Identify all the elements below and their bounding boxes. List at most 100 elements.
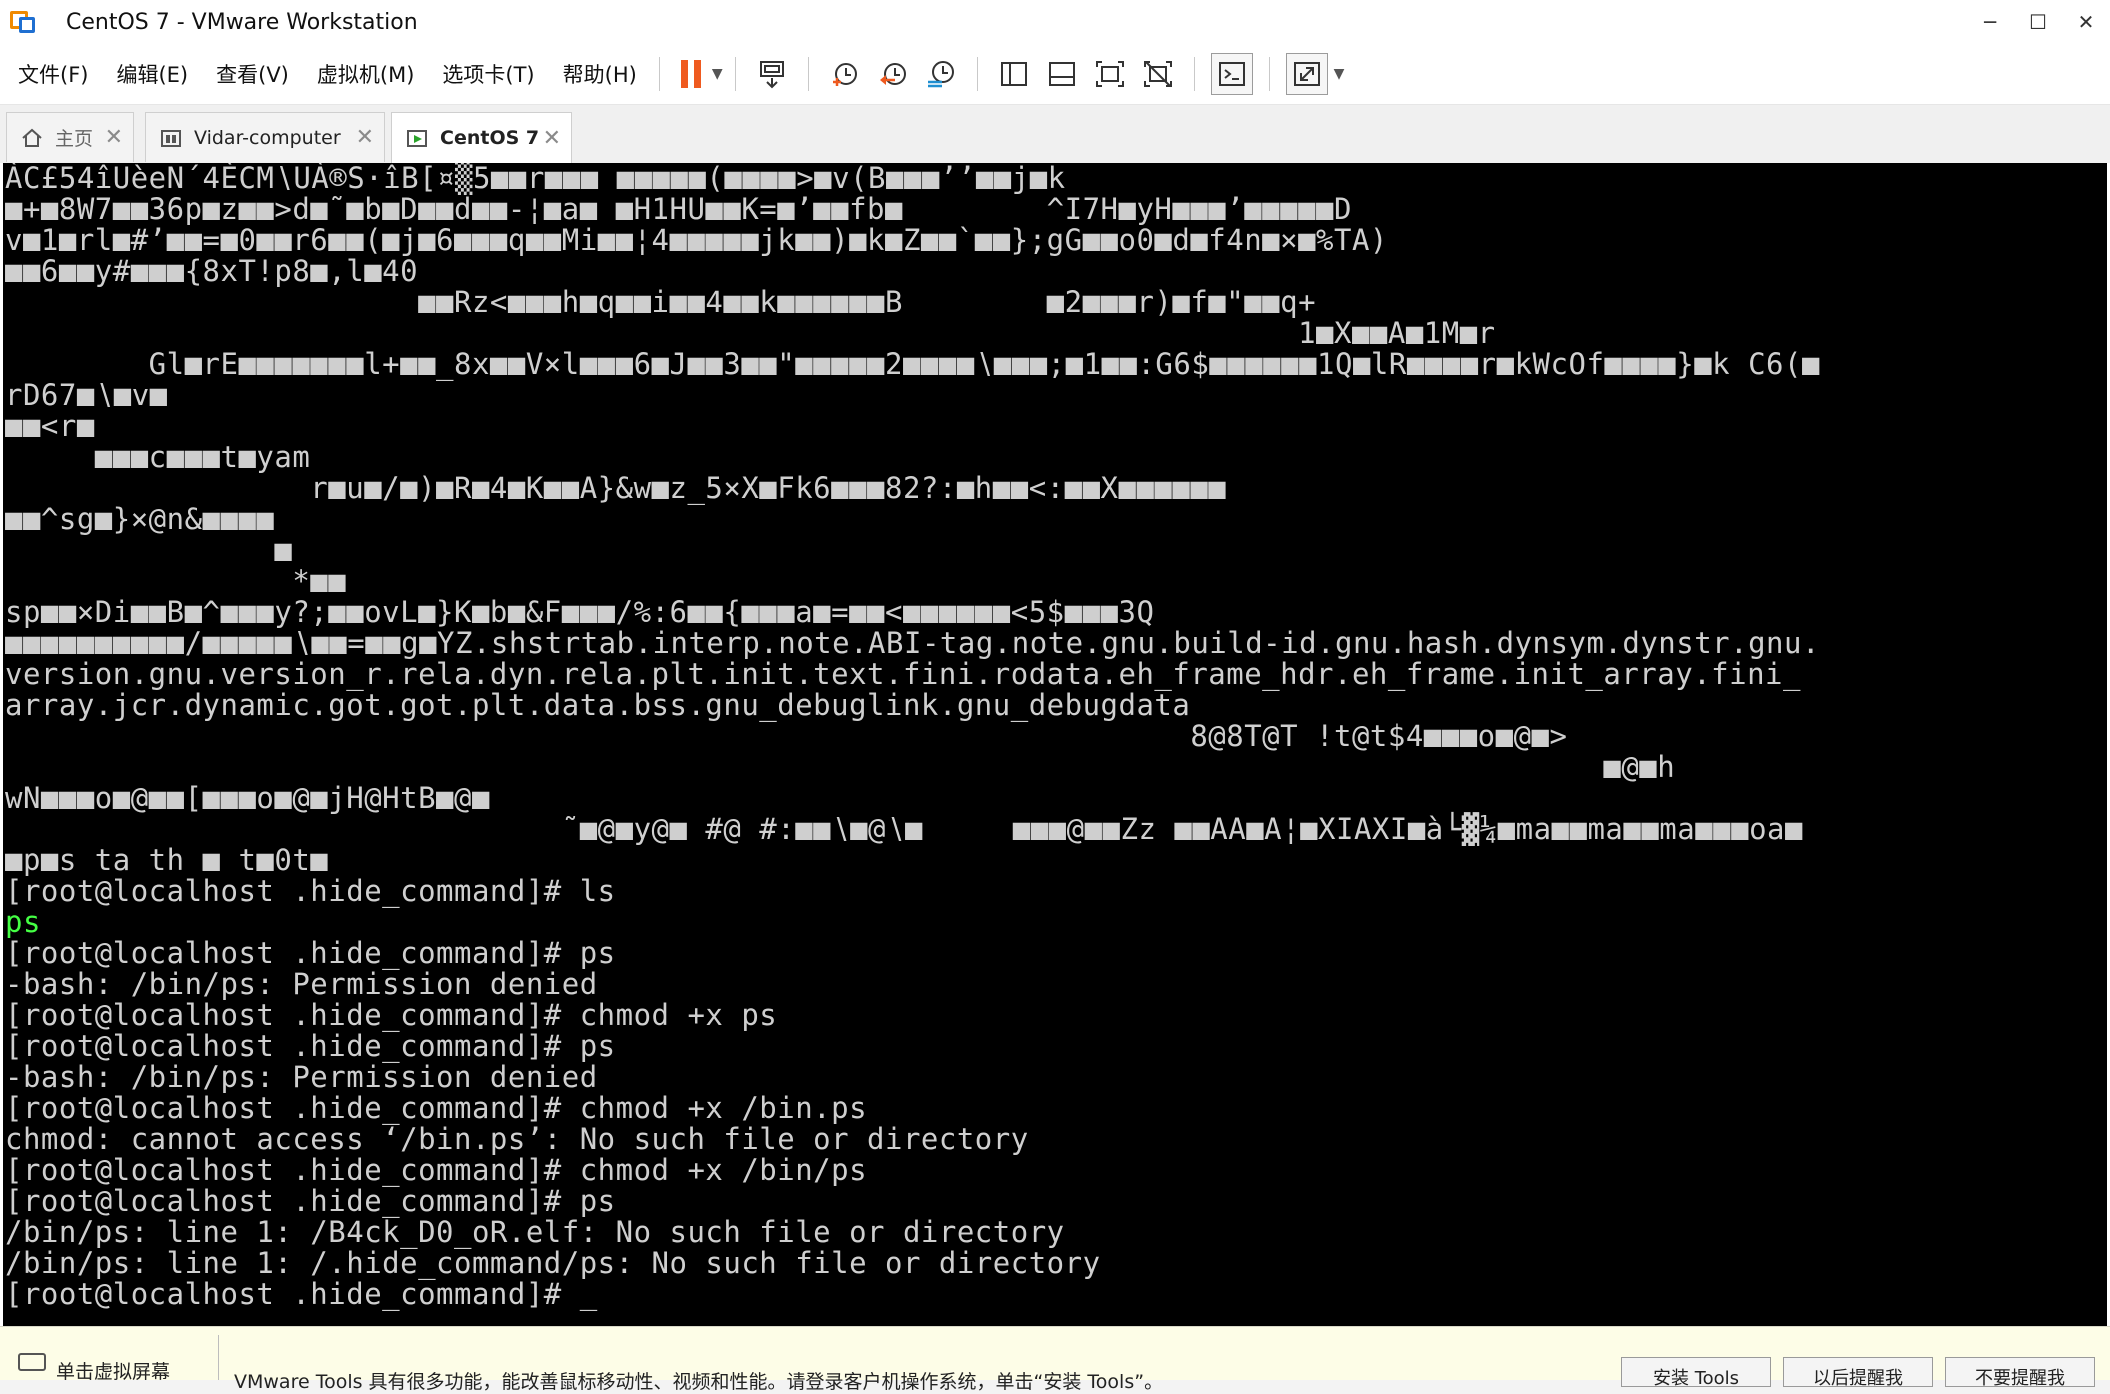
console-line: ■@■h (5, 750, 1676, 784)
click-screen-hint: 单击虚拟屏幕 (56, 1361, 171, 1383)
console-line: [root@localhost .hide_command]# chmod +x… (5, 1091, 868, 1125)
pause-icon (680, 60, 701, 88)
console-line: 8@8T@T !t@t$4■■■o■@■> (5, 719, 1568, 753)
stretch-dropdown-icon[interactable]: ▼ (1334, 66, 1345, 82)
console-line: *■■ (5, 564, 347, 598)
console-line: -bash: /bin/ps: Permission denied (5, 967, 598, 1001)
sidebar-icon (1000, 62, 1027, 86)
console-output: ÀC£54îUèeN´4ÈCM∖UÀ®S·îB[¤▒5■■r■■■ ■■■■■(… (3, 163, 2107, 1310)
console-line: sp■■×Di■■B■^■■■y?;■■ovL■}K■b■&F■■■/%:6■■… (5, 595, 1155, 629)
console-line: [root@localhost .hide_command]# chmod +x… (5, 998, 778, 1032)
minimize-button[interactable]: ─ (1966, 0, 2014, 44)
menu-toolbar: 文件(F) 编辑(E) 查看(V) 虚拟机(M) 选项卡(T) 帮助(H) ▼ (0, 44, 2110, 105)
console-line: ■■Rz<■■■h■q■■i■■4■■k■■■■■■B ■2■■■r)■f■"■… (5, 285, 1317, 319)
console-line: /bin/ps: line 1: /B4ck_D0_oR.elf: No suc… (5, 1215, 1065, 1249)
vm-icon (158, 125, 184, 151)
thumbnail-bar-icon (1048, 62, 1075, 86)
console-line: [root@localhost .hide_command]# chmod +x… (5, 1153, 868, 1187)
menu-tabs[interactable]: 选项卡(T) (442, 59, 534, 89)
home-icon (19, 125, 45, 151)
vm-running-icon (404, 125, 430, 151)
console-line: ■ (5, 533, 293, 567)
send-ctrl-alt-del-icon (759, 61, 784, 89)
console-line: [root@localhost .hide_command]# _ (5, 1277, 598, 1311)
console-line: -bash: /bin/ps: Permission denied (5, 1060, 598, 1094)
console-line: r■u■/■)■R■4■K■■A}&w■z_5×X■Fk6■■■82?:■h■■… (5, 471, 1227, 505)
toolbar-separator (1193, 57, 1195, 91)
console-line: 1■X■■A■1M■r (5, 316, 1496, 350)
console-line: ■p■s ta th ■ t■0t■ (5, 843, 329, 877)
console-line: wN■■■o■@■■[■■■o■@■jH@HtB■@■ (5, 781, 490, 815)
full-screen-button[interactable] (1090, 54, 1130, 94)
vmware-logo-icon (10, 7, 40, 37)
keyboard-icon (18, 1353, 46, 1371)
console-line: [root@localhost .hide_command]# ps (5, 1184, 616, 1218)
console-line: ■■■■■■■■■■/■■■■■∖■■=■■g■YZ.shstrtab.inte… (5, 626, 1820, 660)
console-view-button[interactable] (1210, 53, 1253, 95)
hint-divider (218, 1335, 219, 1380)
menu-file[interactable]: 文件(F) (18, 59, 88, 89)
title-bar: CentOS 7 - VMware Workstation ─ ☐ ✕ (0, 0, 2110, 44)
tab-centos-7[interactable]: CentOS 7 ✕ (391, 112, 572, 163)
take-snapshot-button[interactable] (825, 54, 865, 94)
menu-vm[interactable]: 虚拟机(M) (317, 59, 415, 89)
pause-button[interactable] (676, 54, 706, 94)
revert-snapshot-icon (879, 63, 906, 85)
vmware-tools-hint-bar: 单击虚拟屏幕 VMware Tools 具有很多功能，能改善鼠标移动性、视频和性… (0, 1326, 2110, 1393)
console-line: Gl■rE■■■■■■■l+■■_8x■■V×l■■■6■J■■3■■"■■■■… (5, 347, 1820, 381)
tab-vidar-computer[interactable]: Vidar-computer ✕ (145, 112, 385, 162)
tab-label: Vidar-computer (194, 126, 341, 149)
console-line: ■+■8W7■■36p■z■■>d■˜■b■D■■d■■-¦■a■ ■H1HU■… (5, 192, 1352, 226)
snapshot-manager-button[interactable] (921, 54, 961, 94)
close-icon[interactable]: ✕ (356, 125, 374, 150)
console-line: v■1■rl■#’■■=■0■■r6■■(■j■6■■■q■■Mi■■¦4■■■… (5, 223, 1388, 257)
pause-dropdown-icon[interactable]: ▼ (712, 66, 723, 82)
snapshot-icon (832, 63, 857, 86)
menu-view[interactable]: 查看(V) (216, 59, 289, 89)
stretch-icon (1293, 62, 1320, 86)
tab-label: 主页 (55, 128, 94, 150)
menu-help[interactable]: 帮助(H) (563, 59, 637, 89)
close-icon[interactable]: ✕ (105, 125, 123, 150)
snapshot-manager-icon (927, 61, 954, 88)
console-line: chmod: cannot access ‘/bin.ps’: No such … (5, 1122, 1029, 1156)
vm-tab-strip: 主页 ✕ Vidar-computer ✕ CentOS 7 ✕ (0, 105, 2110, 163)
show-library-button[interactable] (994, 54, 1034, 94)
console-line: rD67■∖■v■ (5, 378, 168, 412)
console-line: ps (5, 905, 41, 939)
vmware-window: CentOS 7 - VMware Workstation ─ ☐ ✕ 文件(F… (0, 0, 2110, 1393)
unity-button[interactable] (1138, 54, 1178, 94)
toolbar-separator (658, 57, 660, 91)
remind-later-button[interactable]: 以后提醒我 (1783, 1357, 1933, 1389)
console-line: array.jcr.dynamic.got.got.plt.data.bss.g… (5, 688, 1191, 722)
console-line: [root@localhost .hide_command]# ls (5, 874, 616, 908)
console-line: ■■<r■ (5, 409, 95, 443)
install-tools-button[interactable]: 安装 Tools (1621, 1357, 1771, 1389)
close-button[interactable]: ✕ (2062, 0, 2110, 44)
maximize-button[interactable]: ☐ (2014, 0, 2062, 44)
menu-edit[interactable]: 编辑(E) (116, 59, 188, 89)
vm-console-screen[interactable]: ÀC£54îUèeN´4ÈCM∖UÀ®S·îB[¤▒5■■r■■■ ■■■■■(… (3, 163, 2107, 1326)
tab-home[interactable]: 主页 ✕ (6, 112, 134, 162)
console-line: ■■6■■y#■■■{8xT!p8■,l■40 (5, 254, 419, 288)
thumbnail-bar-button[interactable] (1042, 54, 1082, 94)
send-ctrl-alt-del-button[interactable] (752, 54, 792, 94)
stretch-guest-button[interactable] (1285, 53, 1328, 95)
console-line: [root@localhost .hide_command]# ps (5, 1029, 616, 1063)
window-controls: ─ ☐ ✕ (1966, 0, 2110, 44)
console-line: ■■■c■■■t■yam (5, 440, 311, 474)
console-line: [root@localhost .hide_command]# ps (5, 936, 616, 970)
toolbar-separator (807, 57, 809, 91)
console-line: ˜■@■y@■ #@ #:■■∖■@∖■ ■■■@■■Zz ■■AA■A¦■XI… (5, 812, 1803, 846)
toolbar-separator (734, 57, 736, 91)
toolbar-separator (976, 57, 978, 91)
console-view-icon (1218, 62, 1245, 86)
close-icon[interactable]: ✕ (543, 126, 561, 151)
toolbar-separator (1268, 57, 1270, 91)
console-line: version.gnu.version_r.rela.dyn.rela.plt.… (5, 657, 1801, 691)
dont-remind-button[interactable]: 不要提醒我 (1945, 1357, 2095, 1389)
revert-snapshot-button[interactable] (873, 54, 913, 94)
console-line: ■■^sg■}×@n&■■■■ (5, 502, 275, 536)
vmware-tools-message: VMware Tools 具有很多功能，能改善鼠标移动性、视频和性能。请登录客户… (234, 1371, 1164, 1393)
console-line: ÀC£54îUèeN´4ÈCM∖UÀ®S·îB[¤▒5■■r■■■ ■■■■■(… (5, 163, 1066, 195)
